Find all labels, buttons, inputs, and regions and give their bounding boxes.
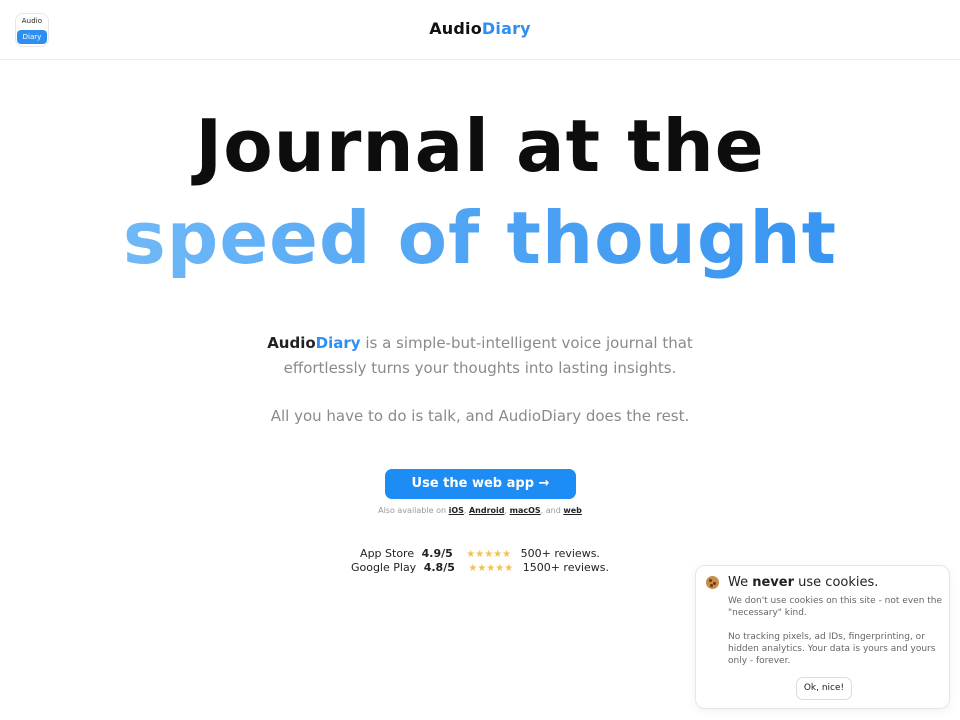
availability-prefix: Also available on — [378, 506, 449, 515]
hero-description: AudioDiary is a simple-but-intelligent v… — [0, 331, 960, 381]
page: Audio Diary AudioDiary Journal at the sp… — [0, 0, 960, 720]
description-brand-part1: Audio — [267, 334, 316, 352]
cookie-paragraph-1: We don't use cookies on this site - not … — [728, 596, 943, 618]
cookie-paragraph-2: No tracking pixels, ad IDs, fingerprinti… — [728, 632, 936, 666]
rating-reviews: 500+ reviews. — [520, 547, 600, 560]
link-android[interactable]: Android — [469, 506, 505, 515]
description-line3: All you have to do is talk, and AudioDia… — [270, 407, 690, 425]
cookie-title-post: use cookies. — [794, 575, 879, 590]
rating-score: 4.8/5 — [423, 561, 455, 574]
cookie-title-pre: We — [728, 575, 753, 590]
brand-title: AudioDiary — [0, 19, 960, 38]
cookie-icon — [706, 576, 719, 589]
star-icons: ★★★★★ — [468, 563, 514, 574]
use-web-app-button[interactable]: Use the web app → — [385, 469, 576, 499]
availability-note: Also available on iOS, Android, macOS, a… — [0, 506, 960, 515]
cookie-notice: We never use cookies. We don't use cooki… — [695, 565, 950, 709]
top-bar: Audio Diary AudioDiary — [0, 0, 960, 60]
cookie-ok-button[interactable]: Ok, nice! — [796, 677, 852, 700]
link-macos[interactable]: macOS — [510, 506, 541, 515]
rating-store: Google Play — [350, 561, 417, 574]
cookie-title: We never use cookies. — [728, 575, 878, 590]
description-brand-part2: Diary — [315, 334, 361, 352]
rating-reviews: 1500+ reviews. — [522, 561, 610, 574]
star-icons: ★★★★★ — [466, 549, 512, 560]
availability-separator: , and — [540, 506, 564, 515]
link-ios[interactable]: iOS — [449, 506, 464, 515]
hero-headline-line1: Journal at the — [195, 104, 765, 188]
rating-store: App Store — [360, 547, 415, 560]
brand-title-part2: Diary — [481, 19, 531, 38]
rating-row-app-store: App Store 4.9/5 ★★★★★ 500+ reviews. — [0, 547, 960, 561]
description-line2: effortlessly turns your thoughts into la… — [283, 359, 677, 377]
link-web[interactable]: web — [563, 506, 582, 515]
rating-score: 4.9/5 — [421, 547, 453, 560]
cookie-body: We don't use cookies on this site - not … — [728, 595, 943, 679]
cookie-title-bold: never — [752, 575, 795, 590]
description-brand: AudioDiary — [267, 334, 360, 352]
hero-headline-line2: speed of thought — [0, 192, 960, 284]
description-line1: is a simple-but-intelligent voice journa… — [360, 334, 693, 352]
brand-title-part1: Audio — [429, 19, 482, 38]
